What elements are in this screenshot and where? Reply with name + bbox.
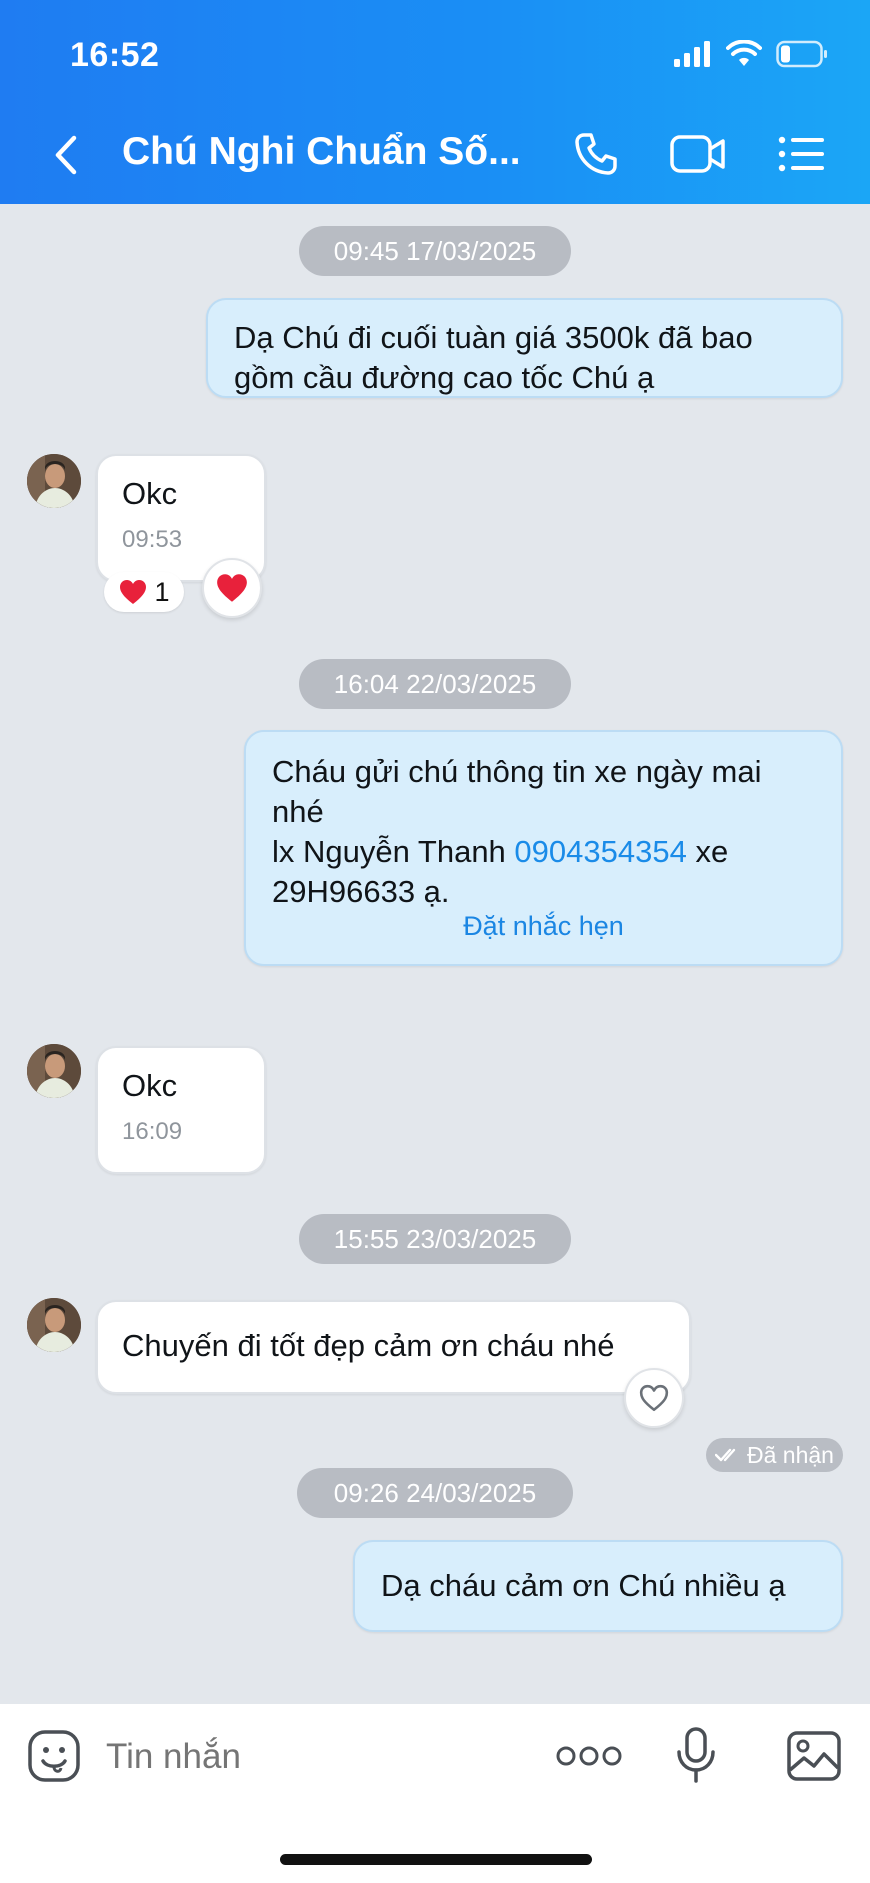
heart-outline-icon [639,1384,669,1412]
send-image-button[interactable] [786,1730,842,1782]
message-time: 09:53 [122,526,183,553]
contact-avatar-image [27,1044,81,1098]
conversation-title[interactable]: Chú Nghi Chuẩn Số... [122,130,521,174]
phone-link[interactable]: 0904354354 [514,834,686,869]
timestamp-divider: 09:26 24/03/2025 [297,1468,573,1518]
message-text: Chuyến đi tốt đẹp cảm ơn cháu nhé [122,1328,615,1363]
double-check-icon [715,1448,736,1462]
delivery-status-badge: Đã nhận [706,1438,843,1472]
message-time: 16:09 [122,1118,183,1145]
chevron-left-icon [55,135,77,175]
menu-button[interactable] [772,128,832,180]
delivery-status-text: Đã nhận [747,1441,834,1468]
video-camera-icon [670,135,725,173]
react-button[interactable] [624,1368,684,1428]
react-button[interactable] [202,558,262,618]
image-gallery-icon [787,1731,841,1781]
contact-avatar-image [27,454,81,508]
phone-icon [575,133,617,175]
more-dots-icon [556,1746,622,1766]
microphone-icon [677,1727,715,1783]
list-menu-icon [778,136,824,172]
reaction-summary[interactable]: 1 [104,572,184,612]
emoji-sticker-icon [28,1730,80,1782]
message-text: Cháu gửi chú thông tin xe ngày mai [272,754,762,789]
message-composer [0,1704,870,1883]
message-input[interactable] [106,1734,526,1780]
chat-header: 16:52 Chú Nghi Chuẩn Số... [0,0,870,204]
message-text: lx Nguyễn Thanh [272,834,515,869]
voice-record-button[interactable] [676,1726,716,1786]
message-text: gồm cầu đường cao tốc Chú ạ [234,360,655,395]
battery-icon [776,40,827,68]
back-button[interactable] [46,130,86,180]
incoming-message[interactable]: Okc 16:09 [96,1046,266,1174]
emoji-button[interactable] [26,1728,82,1784]
call-button[interactable] [566,128,626,180]
outgoing-message[interactable]: Dạ cháu cảm ơn Chú nhiều ạ [353,1540,843,1632]
message-text-line: lx Nguyễn Thanh 0904354354 xe [272,832,815,872]
heart-icon [217,574,247,602]
timestamp-divider: 16:04 22/03/2025 [299,659,571,709]
message-text: nhé [272,794,324,829]
message-text: Dạ Chú đi cuối tuàn giá 3500k đã bao [234,320,753,355]
outgoing-message[interactable]: Dạ Chú đi cuối tuàn giá 3500k đã bao gồm… [206,298,843,398]
cellular-signal-icon [674,41,710,67]
status-icons [674,40,828,68]
avatar[interactable] [27,1044,81,1098]
more-options-button[interactable] [556,1744,622,1768]
wifi-icon [726,40,762,66]
message-text: Dạ cháu cảm ơn Chú nhiều ạ [381,1568,786,1603]
timestamp-divider: 15:55 23/03/2025 [299,1214,571,1264]
message-list[interactable]: 09:45 17/03/2025 Dạ Chú đi cuối tuàn giá… [0,204,870,1704]
message-text: xe [686,834,729,869]
status-time: 16:52 [70,36,160,74]
home-indicator [280,1854,592,1865]
reaction-count: 1 [154,576,170,607]
contact-avatar-image [27,1298,81,1352]
message-text: Okc [122,1068,178,1103]
set-reminder-link[interactable]: Đặt nhắc hẹn [246,906,841,946]
avatar[interactable] [27,1298,81,1352]
heart-icon [120,580,147,604]
outgoing-message[interactable]: Cháu gửi chú thông tin xe ngày mai nhé l… [244,730,843,966]
video-call-button[interactable] [668,128,728,180]
timestamp-divider: 09:45 17/03/2025 [299,226,571,276]
incoming-message[interactable]: Chuyến đi tốt đẹp cảm ơn cháu nhé [96,1300,691,1394]
message-text: Okc [122,476,178,511]
avatar[interactable] [27,454,81,508]
